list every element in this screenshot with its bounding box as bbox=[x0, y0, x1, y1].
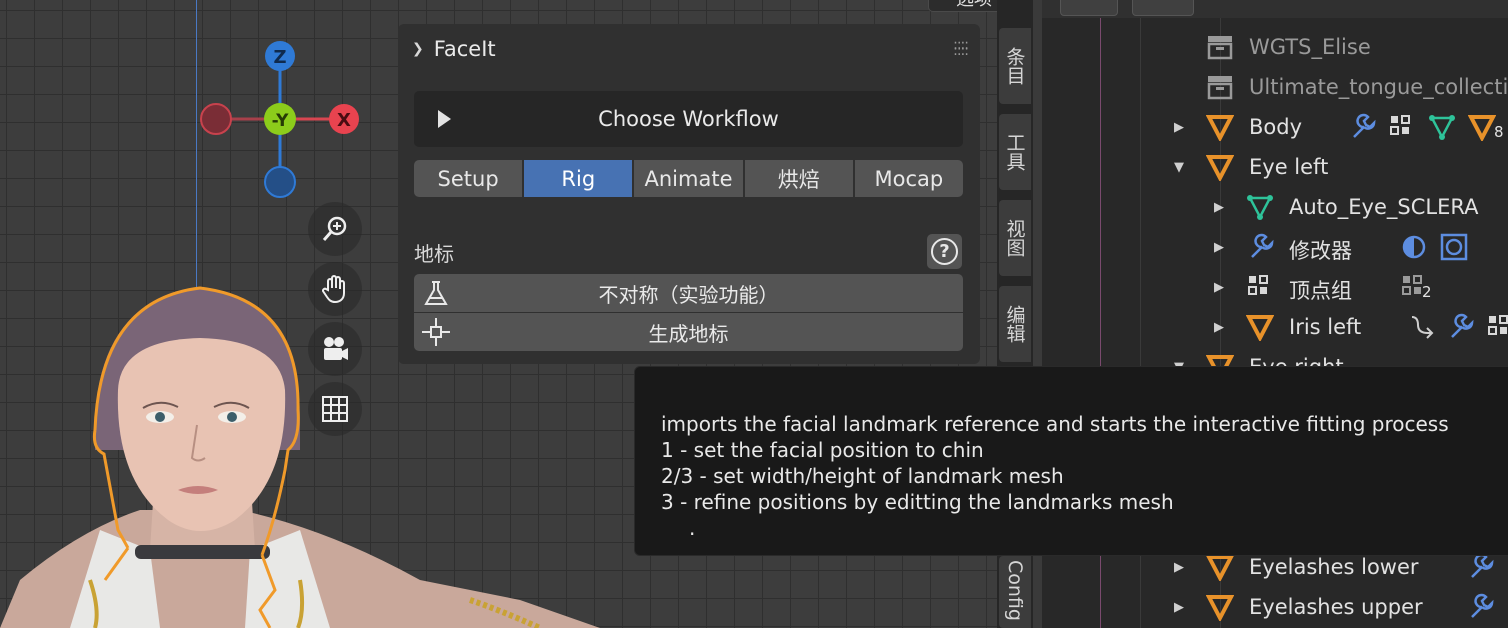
mesh-data-icon bbox=[1247, 195, 1273, 220]
mesh-object-icon bbox=[1206, 555, 1234, 581]
collapse-arrow-icon[interactable]: ▼ bbox=[1174, 160, 1184, 175]
tooltip-line: . bbox=[689, 516, 696, 540]
parent-link-icon[interactable] bbox=[1408, 313, 1436, 341]
tooltip-line: 2/3 - set width/height of landmark mesh bbox=[661, 464, 1064, 488]
wrench-icon[interactable] bbox=[1348, 113, 1376, 141]
tooltip-line: 3 - refine positions by editting the lan… bbox=[661, 490, 1174, 514]
gizmo-z-label: Z bbox=[273, 47, 286, 68]
mesh-object-icon bbox=[1206, 155, 1234, 181]
outliner-row-label: WGTS_Elise bbox=[1249, 35, 1371, 59]
vertex-group-icon[interactable] bbox=[1388, 113, 1416, 141]
mesh-data-icon[interactable] bbox=[1428, 113, 1456, 141]
wrench-icon[interactable] bbox=[1466, 553, 1494, 581]
subdivision-modifier-icon[interactable] bbox=[1400, 233, 1428, 261]
asymmetric-label: 不对称（实验功能） bbox=[598, 282, 779, 307]
wrench-icon[interactable] bbox=[1466, 593, 1494, 621]
expand-arrow-icon[interactable]: ▶ bbox=[1174, 560, 1184, 575]
shrinkwrap-modifier-icon[interactable] bbox=[1440, 233, 1468, 261]
expand-arrow-icon[interactable]: ▶ bbox=[1214, 280, 1224, 295]
display-mode-dropdown[interactable] bbox=[1060, 0, 1118, 16]
panel-header[interactable]: ❯ FaceIt :::::::: bbox=[398, 24, 980, 74]
gizmo-neg-x-axis[interactable] bbox=[200, 103, 232, 135]
crosshair-icon bbox=[422, 318, 450, 346]
wrench-icon[interactable] bbox=[1446, 313, 1474, 341]
play-icon bbox=[438, 110, 451, 128]
expand-arrow-icon[interactable]: ▶ bbox=[1174, 600, 1184, 615]
outliner-row[interactable]: ▶ Auto_Eye_SCLERA bbox=[1042, 187, 1508, 227]
gizmo-x-label: X bbox=[337, 110, 351, 131]
outliner-row-label: Eyelashes lower bbox=[1249, 555, 1419, 579]
drag-handle-icon[interactable]: :::::::: bbox=[953, 38, 969, 58]
gizmo-neg-z-axis[interactable] bbox=[264, 166, 296, 198]
outliner-row[interactable]: ▼ Eye left bbox=[1042, 147, 1508, 187]
tab-tool[interactable]: 工具 bbox=[999, 114, 1031, 190]
help-button[interactable]: ? bbox=[927, 234, 962, 269]
faceit-panel: ❯ FaceIt :::::::: Choose Workflow Setup … bbox=[398, 24, 980, 364]
vertex-group-icon[interactable] bbox=[1486, 313, 1508, 341]
outliner-row-label: 顶点组 bbox=[1289, 279, 1352, 303]
tab-setup[interactable]: Setup bbox=[414, 160, 523, 197]
chevron-down-icon[interactable]: ❯ bbox=[412, 41, 424, 57]
flask-icon bbox=[424, 281, 448, 305]
mesh-object-icon bbox=[1206, 595, 1234, 621]
mesh-object-icon bbox=[1206, 115, 1234, 141]
z-axis-line bbox=[196, 0, 197, 300]
tooltip: imports the facial landmark reference an… bbox=[634, 366, 1508, 556]
tab-animate[interactable]: Animate bbox=[634, 160, 743, 197]
tab-edit[interactable]: 编辑 bbox=[999, 286, 1031, 362]
count-badge: 2 bbox=[1422, 283, 1432, 301]
generate-landmarks-label: 生成地标 bbox=[648, 321, 729, 346]
outliner-row-label: Auto_Eye_SCLERA bbox=[1289, 195, 1479, 219]
panel-title: FaceIt bbox=[433, 37, 496, 61]
asymmetric-button[interactable]: 不对称（实验功能） bbox=[414, 274, 963, 312]
tab-mocap[interactable]: Mocap bbox=[854, 160, 964, 197]
tab-item[interactable]: 条目 bbox=[999, 28, 1031, 104]
expand-arrow-icon[interactable]: ▶ bbox=[1214, 200, 1224, 215]
outliner-row-label: 修改器 bbox=[1289, 239, 1352, 263]
mesh-object-icon bbox=[1246, 315, 1274, 341]
workflow-tabs: Setup Rig Animate 烘焙 Mocap bbox=[414, 160, 964, 197]
expand-arrow-icon[interactable]: ▶ bbox=[1214, 320, 1224, 335]
choose-workflow-button[interactable]: Choose Workflow bbox=[414, 91, 963, 147]
tab-config[interactable]: Config bbox=[999, 556, 1031, 628]
generate-landmarks-button[interactable]: 生成地标 bbox=[414, 313, 963, 351]
outliner-row[interactable]: ▶ Body 8 bbox=[1042, 107, 1508, 147]
expand-arrow-icon[interactable]: ▶ bbox=[1174, 120, 1184, 135]
mesh-object-icon[interactable] bbox=[1468, 113, 1496, 141]
question-icon: ? bbox=[931, 238, 958, 265]
outliner-row-label: Iris left bbox=[1289, 315, 1362, 339]
zoom-icon[interactable] bbox=[308, 202, 362, 256]
tooltip-line: 1 - set the facial position to chin bbox=[661, 438, 984, 462]
outliner-row[interactable]: Ultimate_tongue_collecti bbox=[1042, 67, 1508, 107]
gizmo-y-label: -Y bbox=[272, 111, 290, 131]
tooltip-line: imports the facial landmark reference an… bbox=[661, 412, 1449, 436]
options-label: 选项 bbox=[956, 0, 992, 11]
tab-bake[interactable]: 烘焙 bbox=[744, 160, 853, 197]
outliner-row[interactable]: ▶ Eyelashes upper bbox=[1042, 587, 1508, 627]
outliner-row[interactable]: ▶ Iris left bbox=[1042, 307, 1508, 347]
outliner-row-label: Eyelashes upper bbox=[1249, 595, 1423, 619]
navigation-gizmo[interactable]: Z X -Y bbox=[198, 36, 364, 202]
outliner-row-label: Eye left bbox=[1249, 155, 1329, 179]
filter-dropdown[interactable] bbox=[1132, 0, 1194, 16]
collection-icon bbox=[1207, 76, 1233, 100]
outliner-row[interactable]: ▶ 顶点组 2 bbox=[1042, 267, 1508, 307]
outliner-row-label: Body bbox=[1249, 115, 1303, 139]
outliner-row-label: Ultimate_tongue_collecti bbox=[1249, 75, 1508, 99]
count-badge: 8 bbox=[1494, 123, 1504, 141]
wrench-icon bbox=[1251, 233, 1274, 258]
vertex-group-icon bbox=[1248, 275, 1268, 295]
choose-workflow-label: Choose Workflow bbox=[598, 107, 779, 131]
collection-icon bbox=[1207, 36, 1233, 60]
expand-arrow-icon[interactable]: ▶ bbox=[1214, 240, 1224, 255]
tab-view[interactable]: 视图 bbox=[999, 200, 1031, 276]
outliner-row[interactable]: ▶ 修改器 bbox=[1042, 227, 1508, 267]
landmarks-section-label: 地标 bbox=[414, 242, 454, 266]
tab-rig[interactable]: Rig bbox=[524, 160, 633, 197]
outliner-row[interactable]: WGTS_Elise bbox=[1042, 27, 1508, 67]
